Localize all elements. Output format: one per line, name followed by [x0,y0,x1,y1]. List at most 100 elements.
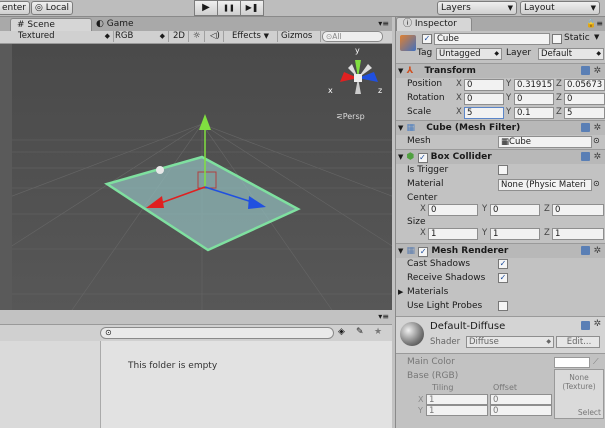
cast-shadows-row: Cast Shadows ✓ [396,257,605,271]
gear-icon[interactable]: ✲ [593,244,601,258]
gizmos-dropdown[interactable]: Gizmos ▼ [278,31,321,51]
foldout-icon: ▼ [398,153,404,161]
active-checkbox[interactable]: ✓ [422,34,432,44]
main-color-swatch[interactable] [554,357,590,368]
tiling-x-field[interactable]: 1 [426,394,488,405]
collider-material-field[interactable]: None (Physic Materi [498,179,592,191]
mesh-icon: ▦ [501,137,510,147]
box-collider-header[interactable]: ▼ ⬢ ✓ Box Collider ✲ [396,149,605,164]
lock-icon[interactable]: 🔒≡ [586,17,603,31]
size-z-field[interactable]: 1 [552,228,604,240]
layer-dropdown[interactable]: Default ◆ [538,48,604,60]
help-book-icon[interactable] [581,123,590,132]
texture-slot[interactable]: None (Texture) Select [554,369,604,419]
filter-label-icon[interactable]: ✎ [356,327,364,337]
2d-toggle[interactable]: 2D [170,31,189,42]
scale-row: Scale X 5 Y 0.1 Z 5 [396,105,605,119]
chevron-down-icon[interactable]: ▼ [594,33,599,41]
transform-header[interactable]: ▼ ⅄ Transform ✲ [396,63,605,78]
size-x-field[interactable]: 1 [428,228,478,240]
scene-viewport[interactable]: y x z ⋜Persp [12,44,392,310]
tab-inspector[interactable]: ⓘ Inspector [396,17,472,31]
main-color-row: Main Color ⟋ [396,355,605,369]
materials-row[interactable]: ▶ Materials [396,285,605,299]
pivot-toggle[interactable]: enter [0,1,31,15]
mesh-renderer-enabled-checkbox[interactable]: ✓ [418,247,429,257]
position-y-field[interactable]: 0.31915 [514,79,554,91]
pause-button[interactable]: ❚❚ [217,0,241,16]
scene-search-input[interactable]: ⊙All [322,31,383,42]
size-y-field[interactable]: 1 [490,228,540,240]
help-book-icon[interactable] [581,321,590,330]
favorite-icon[interactable]: ★ [374,327,382,337]
render-mode-dropdown[interactable]: Textured ◆ [15,31,114,42]
mesh-filter-icon: ▦ [406,123,416,133]
gear-icon[interactable]: ✲ [593,150,601,164]
step-button[interactable]: ▶❚ [240,0,264,16]
play-button[interactable]: ▶ [194,0,218,16]
gizmo-y-label: y [355,46,360,55]
edit-shader-button[interactable]: Edit... [556,336,600,348]
lighting-toggle[interactable]: ☼ [190,31,205,42]
mesh-label: Mesh [407,136,431,146]
shader-dropdown[interactable]: Diffuse ◆ [466,336,554,348]
mesh-field[interactable]: ▦Cube [498,136,592,148]
material-header: Default-Diffuse ✲ Shader Diffuse ◆ Edit..… [396,316,605,354]
mesh-filter-header[interactable]: ▼ ▦ Cube (Mesh Filter) ✲ [396,120,605,135]
tab-scene[interactable]: # Scene [10,18,92,32]
tiling-y-field[interactable]: 1 [426,405,488,416]
mesh-renderer-header[interactable]: ▼ ▦ ✓ Mesh Renderer ✲ [396,243,605,258]
audio-toggle[interactable]: ◁) [207,31,224,42]
cast-shadows-checkbox[interactable]: ✓ [498,259,508,269]
position-z-field[interactable]: 0.05673 [564,79,605,91]
color-mode-dropdown[interactable]: RGB ◆ [112,31,169,42]
rotation-x-field[interactable]: 0 [464,93,504,105]
rotation-y-field[interactable]: 0 [514,93,554,105]
receive-shadows-checkbox[interactable]: ✓ [498,273,508,283]
persp-label[interactable]: ⋜Persp [336,112,365,121]
box-collider-enabled-checkbox[interactable]: ✓ [417,153,428,163]
foldout-icon: ▼ [398,67,404,75]
filter-type-icon[interactable]: ◈ [338,327,345,337]
texture-select-button[interactable]: Select [578,408,601,417]
foldout-icon[interactable]: ▶ [398,285,403,299]
effects-dropdown[interactable]: Effects ▼ [229,31,278,42]
orientation-gizmo[interactable]: y x z ⋜Persp [328,46,388,124]
game-icon: ◐ [96,19,104,29]
rotation-row: Rotation X 0 Y 0 Z 0 [396,91,605,105]
use-light-probes-checkbox[interactable] [498,301,508,311]
position-x-field[interactable]: 0 [464,79,504,91]
help-book-icon[interactable] [581,66,590,75]
layers-dropdown[interactable]: Layers ▼ [437,1,517,15]
globe-icon: ◎ [35,3,43,13]
gear-icon[interactable]: ✲ [593,121,601,135]
tag-dropdown[interactable]: Untagged ◆ [436,48,502,60]
object-name-field[interactable]: Cube [434,33,550,45]
tab-game[interactable]: ◐ Game [90,18,140,31]
foldout-icon: ▼ [398,124,404,132]
light-probes-row: Use Light Probes [396,299,605,313]
offset-x-field[interactable]: 0 [490,394,552,405]
static-checkbox[interactable] [552,34,562,44]
rotation-z-field[interactable]: 0 [564,93,605,105]
scale-x-field[interactable]: 5 [464,107,504,119]
object-picker-icon[interactable]: ⊙ [593,134,600,148]
help-book-icon[interactable] [581,152,590,161]
project-folder-tree[interactable] [0,341,101,428]
layout-dropdown[interactable]: Layout ▼ [520,1,600,15]
eyedropper-icon[interactable]: ⟋ [593,355,599,369]
project-search-input[interactable]: ⊙ [100,327,334,339]
gear-icon[interactable]: ✲ [593,64,601,78]
help-book-icon[interactable] [581,246,590,255]
offset-y-field[interactable]: 0 [490,405,552,416]
box-collider-icon: ⬢ [406,152,415,162]
gear-icon[interactable]: ✲ [593,319,601,329]
scale-y-field[interactable]: 0.1 [514,107,554,119]
space-toggle[interactable]: ◎ Local [31,1,74,15]
panel-menu-icon[interactable]: ▾≡ [378,312,389,321]
object-picker-icon[interactable]: ⊙ [593,177,600,191]
is-trigger-checkbox[interactable] [498,165,508,175]
scale-z-field[interactable]: 5 [564,107,605,119]
panel-menu-icon[interactable]: ▾≡ [378,19,389,28]
speaker-icon: ◁) [210,31,220,41]
